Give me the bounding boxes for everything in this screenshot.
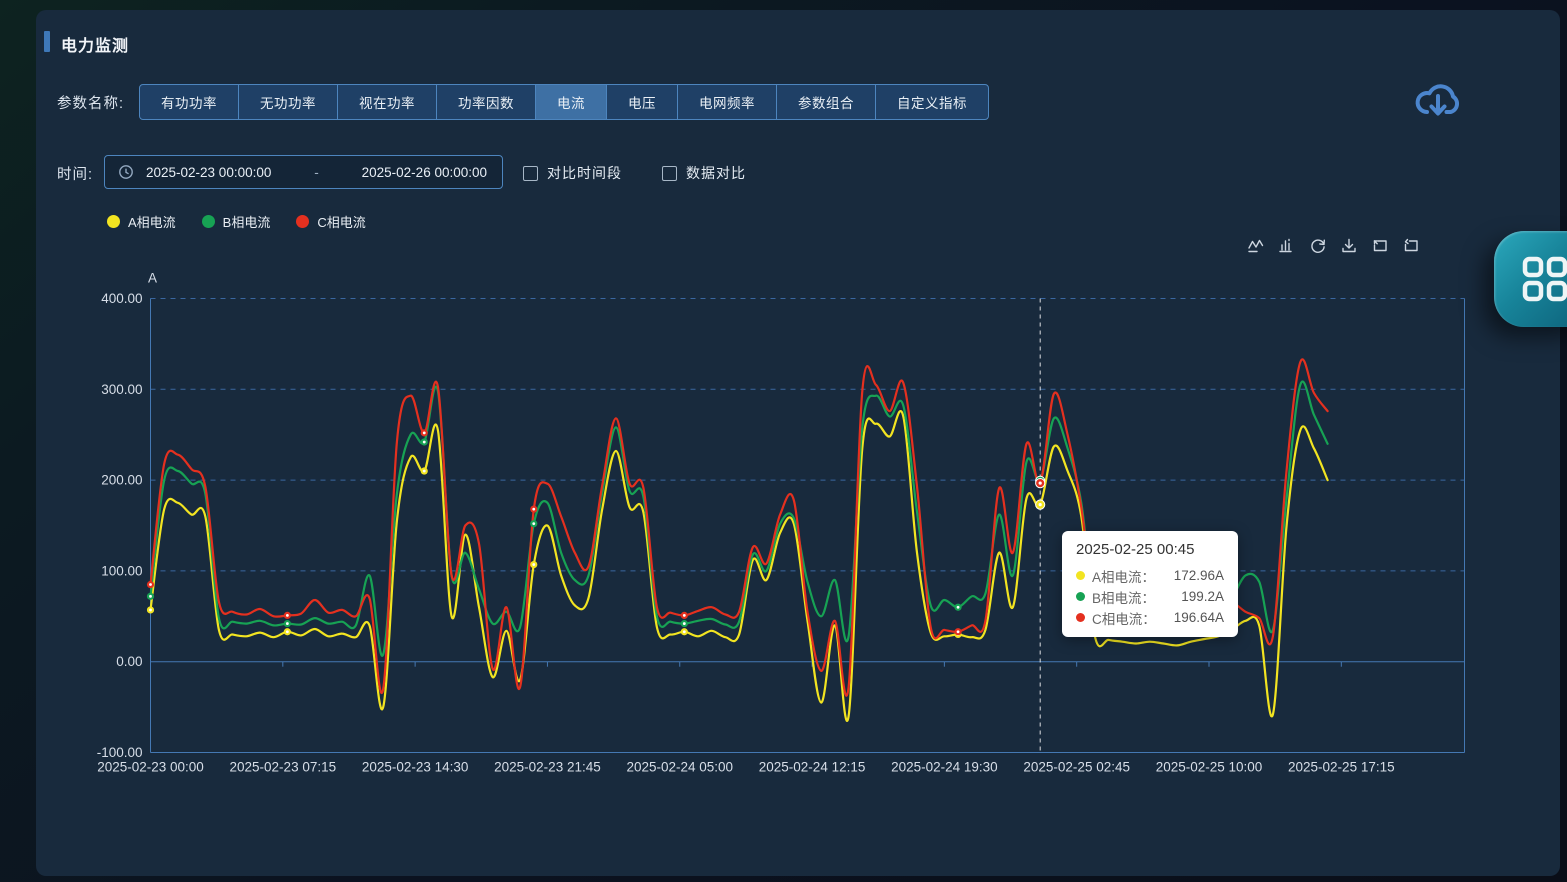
- param-tab-电网频率[interactable]: 电网频率: [677, 84, 777, 120]
- tooltip-series-dot: [1076, 613, 1085, 622]
- tooltip-series-dot: [1076, 592, 1085, 601]
- param-tab-功率因数[interactable]: 功率因数: [436, 84, 536, 120]
- param-tab-group: 有功功率无功功率视在功率功率因数电流电压电网频率参数组合自定义指标: [139, 84, 989, 120]
- legend-label: A相电流: [128, 212, 176, 231]
- tooltip-series-value: 199.2A: [1181, 589, 1224, 604]
- time-start-value[interactable]: 2025-02-23 00:00:00: [146, 165, 271, 180]
- tooltip-row: B相电流： 199.2A: [1076, 586, 1224, 607]
- save-image-icon[interactable]: [1340, 237, 1358, 255]
- chart-legend: A相电流 B相电流 C相电流: [107, 212, 366, 231]
- chart-plot-area[interactable]: [150, 298, 1465, 753]
- data-compare-label: 数据对比: [686, 163, 746, 183]
- bar-chart-icon[interactable]: [1278, 237, 1296, 255]
- legend-color-dot: [202, 215, 215, 228]
- tooltip-series-name: B相电流：: [1092, 587, 1155, 607]
- param-tab-参数组合[interactable]: 参数组合: [776, 84, 876, 120]
- legend-item-B相电流[interactable]: B相电流: [202, 212, 271, 231]
- checkbox-icon[interactable]: [662, 166, 677, 181]
- tooltip-row: C相电流： 196.64A: [1076, 607, 1224, 628]
- legend-color-dot: [107, 215, 120, 228]
- tooltip-row: A相电流： 172.96A: [1076, 565, 1224, 586]
- param-tab-电流[interactable]: 电流: [535, 84, 607, 120]
- checkbox-icon[interactable]: [523, 166, 538, 181]
- tooltip-series-value: 172.96A: [1174, 568, 1224, 583]
- power-monitor-page: 电力监测 参数名称: 有功功率无功功率视在功率功率因数电流电压电网频率参数组合自…: [0, 0, 1567, 882]
- data-compare-checkbox[interactable]: 数据对比: [662, 163, 746, 183]
- app-launcher-button[interactable]: [1494, 231, 1567, 327]
- page-title: 电力监测: [61, 32, 129, 56]
- param-tab-无功功率[interactable]: 无功功率: [238, 84, 338, 120]
- cloud-download-icon[interactable]: [1410, 74, 1466, 124]
- legend-item-A相电流[interactable]: A相电流: [107, 212, 176, 231]
- grid-apps-icon: [1519, 253, 1567, 305]
- param-tab-自定义指标[interactable]: 自定义指标: [875, 84, 989, 120]
- legend-color-dot: [296, 215, 309, 228]
- time-range-input[interactable]: 2025-02-23 00:00:00 - 2025-02-26 00:00:0…: [104, 155, 503, 189]
- title-accent-bar: [44, 31, 50, 52]
- zoom-box-icon[interactable]: [1371, 237, 1389, 255]
- param-tab-有功功率[interactable]: 有功功率: [139, 84, 239, 120]
- legend-item-C相电流[interactable]: C相电流: [296, 212, 365, 231]
- time-separator: -: [271, 165, 361, 180]
- param-tab-视在功率[interactable]: 视在功率: [337, 84, 437, 120]
- tooltip-series-dot: [1076, 571, 1085, 580]
- line-chart-icon[interactable]: [1247, 237, 1265, 255]
- chart-toolbox: [1247, 237, 1420, 255]
- param-tab-电压[interactable]: 电压: [606, 84, 678, 120]
- tooltip-series-name: A相电流：: [1092, 566, 1155, 586]
- compare-period-checkbox[interactable]: 对比时间段: [523, 163, 622, 183]
- compare-period-label: 对比时间段: [547, 163, 622, 183]
- tooltip-series-name: C相电流：: [1092, 608, 1156, 628]
- tooltip-timestamp: 2025-02-25 00:45: [1076, 541, 1224, 558]
- param-name-label: 参数名称:: [57, 92, 124, 113]
- legend-label: C相电流: [317, 212, 365, 231]
- restore-icon[interactable]: [1309, 237, 1327, 255]
- legend-label: B相电流: [223, 212, 271, 231]
- tooltip-series-value: 196.64A: [1174, 610, 1224, 625]
- time-label: 时间:: [57, 163, 93, 184]
- clock-icon: [118, 164, 134, 180]
- chart-tooltip: 2025-02-25 00:45 A相电流： 172.96A B相电流： 199.2A…: [1062, 531, 1238, 637]
- zoom-restore-icon[interactable]: [1402, 237, 1420, 255]
- time-end-value[interactable]: 2025-02-26 00:00:00: [362, 165, 487, 180]
